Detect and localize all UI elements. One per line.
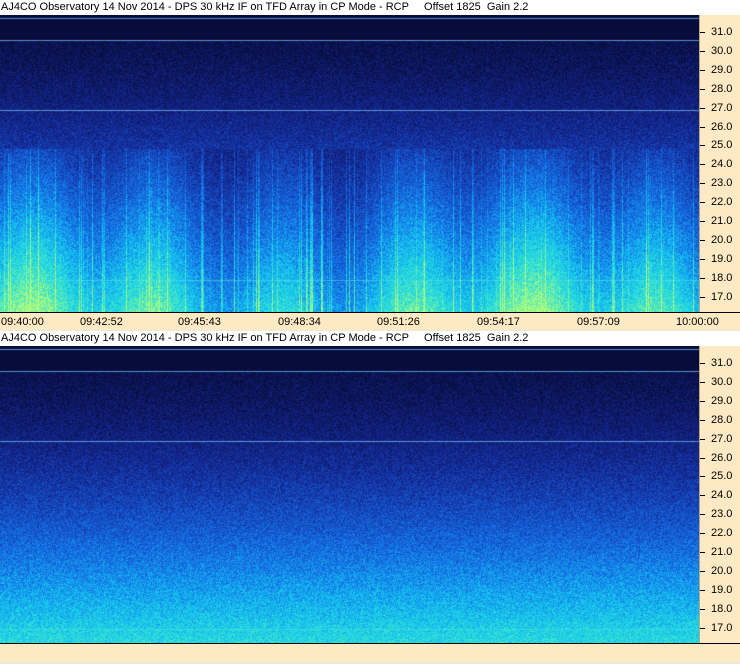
frequency-tick-label: 17.0 — [711, 290, 733, 303]
frequency-tick-label: 23.0 — [711, 508, 733, 521]
frequency-tick — [700, 164, 705, 166]
frequency-tick-label: 26.0 — [711, 120, 733, 133]
time-tick-label: 09:40:00 — [1, 316, 44, 328]
frequency-tick — [700, 107, 705, 109]
frequency-tick-label: 18.0 — [711, 271, 733, 284]
frequency-tick-label: 27.0 — [711, 432, 733, 445]
frequency-tick — [700, 183, 705, 185]
time-tick-label: 09:51:26 — [377, 316, 420, 328]
frequency-tick-label: 23.0 — [711, 177, 733, 190]
frequency-tick-label: 20.0 — [711, 233, 733, 246]
frequency-tick — [700, 438, 705, 440]
frequency-tick-label: 17.0 — [711, 621, 733, 634]
spectrogram-window-bottom: AJ4CO Observatory 14 Nov 2014 - DPS 30 k… — [0, 331, 740, 664]
frequency-tick — [700, 32, 705, 33]
frequency-tick — [700, 627, 705, 629]
frequency-tick — [700, 457, 705, 459]
time-tick-label: 09:42:52 — [80, 316, 123, 328]
frequency-tick — [700, 258, 705, 260]
frequency-tick — [700, 239, 705, 241]
frequency-tick — [700, 277, 705, 279]
frequency-tick-label: 22.0 — [711, 196, 733, 209]
frequency-tick — [700, 363, 705, 364]
spectrogram-canvas[interactable] — [0, 346, 699, 643]
frequency-axis: 31.0 30.0 29.0 28.0 27.0 26.0 25.0 24.0 23.0 22.0… — [699, 346, 740, 643]
window-title: AJ4CO Observatory 14 Nov 2014 - DPS 30 k… — [0, 0, 740, 15]
frequency-tick-label: 28.0 — [711, 413, 733, 426]
frequency-tick — [700, 202, 705, 204]
frequency-tick — [700, 570, 705, 572]
frequency-tick-label: 19.0 — [711, 252, 733, 265]
frequency-tick-label: 25.0 — [711, 139, 733, 152]
frequency-tick-label: 24.0 — [711, 489, 733, 502]
frequency-tick — [700, 400, 705, 402]
frequency-tick-label: 21.0 — [711, 546, 733, 558]
frequency-tick — [700, 126, 705, 128]
time-tick-label: 09:45:43 — [178, 316, 221, 328]
time-tick-label: 09:48:34 — [278, 316, 321, 328]
time-tick-label: 10:00:00 — [676, 316, 719, 328]
frequency-tick — [700, 221, 705, 222]
frequency-tick — [700, 50, 705, 52]
spectrogram-canvas[interactable] — [0, 15, 699, 312]
frequency-tick — [700, 552, 705, 553]
frequency-tick-label: 30.0 — [711, 44, 733, 57]
time-tick-label: 09:54:17 — [477, 316, 520, 328]
frequency-tick-label: 29.0 — [711, 63, 733, 76]
frequency-tick-label: 25.0 — [711, 470, 733, 483]
frequency-axis: 31.0 30.0 29.0 28.0 27.0 26.0 25.0 24.0 23.0 22.0… — [699, 15, 740, 312]
frequency-tick-label: 31.0 — [711, 357, 733, 369]
frequency-tick — [700, 381, 705, 383]
frequency-tick — [700, 608, 705, 610]
frequency-tick-label: 28.0 — [711, 82, 733, 95]
frequency-tick — [700, 495, 705, 497]
frequency-tick-label: 24.0 — [711, 158, 733, 171]
frequency-tick-label: 29.0 — [711, 394, 733, 407]
time-axis: 09:40:00 09:42:52 09:45:43 09:48:34 09:51:26… — [0, 312, 740, 330]
frequency-tick — [700, 589, 705, 591]
frequency-tick-label: 22.0 — [711, 527, 733, 540]
frequency-tick — [700, 419, 705, 421]
frequency-tick-label: 30.0 — [711, 375, 733, 388]
frequency-tick — [700, 296, 705, 298]
spectrogram-window-top: AJ4CO Observatory 14 Nov 2014 - DPS 30 k… — [0, 0, 740, 330]
frequency-tick — [700, 145, 705, 147]
frequency-tick-label: 18.0 — [711, 602, 733, 615]
window-title: AJ4CO Observatory 14 Nov 2014 - DPS 30 k… — [0, 331, 740, 346]
frequency-tick-label: 19.0 — [711, 583, 733, 596]
frequency-tick — [700, 476, 705, 478]
frequency-tick-label: 27.0 — [711, 101, 733, 114]
frequency-tick — [700, 514, 705, 516]
frequency-tick-label: 20.0 — [711, 564, 733, 577]
time-tick-label: 09:57:09 — [577, 316, 620, 328]
time-axis — [0, 643, 740, 662]
frequency-tick — [700, 88, 705, 90]
frequency-tick-label: 26.0 — [711, 451, 733, 464]
frequency-tick-label: 31.0 — [711, 26, 733, 38]
frequency-tick-label: 21.0 — [711, 215, 733, 227]
frequency-tick — [700, 533, 705, 535]
frequency-tick — [700, 69, 705, 71]
